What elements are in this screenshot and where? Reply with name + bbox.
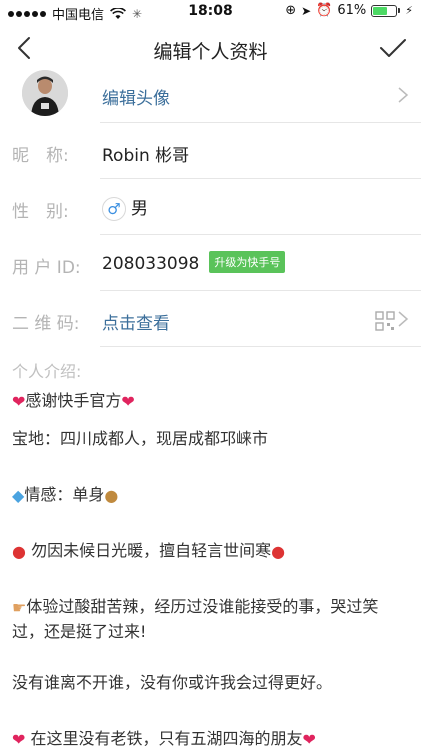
intro-line[interactable]: 宝地：四川成都人，现居成都邛崃市 [12, 426, 412, 451]
user-id-value: 208033098 [102, 254, 200, 274]
status-bar: 中国电信 ✳ 18:08 ⊕ ➤ ⏰ 61% ⚡ [0, 0, 421, 24]
heart-icon: ❤ [302, 730, 316, 749]
strawberry-icon: ● [12, 542, 26, 561]
qr-code-row[interactable]: 二 维 码: 点击查看 [0, 291, 421, 347]
charging-bolt-icon: ⚡ [405, 4, 413, 17]
upgrade-button[interactable]: 升级为快手号 [209, 251, 286, 273]
divider [100, 346, 421, 347]
intro-line[interactable]: ☛体验过酸甜苦辣，经历过没谁能接受的事，哭过笑 [12, 594, 412, 620]
status-right: ⊕ ➤ ⏰ 61% ⚡ [285, 3, 413, 18]
strawberry-icon: ● [271, 542, 286, 561]
gender-label: 性 别: [12, 202, 69, 222]
pointing-hand-icon: ☛ [12, 598, 27, 617]
nickname-value[interactable]: Robin 彬哥 [102, 141, 189, 166]
nav-bar: 编辑个人资料 [0, 24, 421, 72]
edit-avatar-row[interactable]: 编辑头像 [0, 70, 421, 122]
heart-icon: ❤ [12, 730, 26, 749]
location-icon: ➤ [301, 3, 312, 18]
intro-line[interactable]: 没有谁离不开谁，没有你或许我会过得更好。 [12, 670, 412, 695]
user-id-row: 用 户 ID: 208033098 升级为快手号 [0, 235, 421, 291]
gender-value-group[interactable]: ♂ 男 [102, 194, 148, 221]
chevron-right-icon [398, 311, 409, 327]
heart-icon: ❤ [12, 392, 26, 411]
nickname-row[interactable]: 昵 称: Robin 彬哥 [0, 123, 421, 179]
gender-row[interactable]: 性 别: ♂ 男 [0, 179, 421, 235]
intro-line[interactable]: ❤感谢快手官方❤ [12, 388, 412, 414]
heart-icon: ❤ [121, 392, 135, 411]
intro-line[interactable]: ● 勿因未候日光暖，擅自轻言世间寒● [12, 538, 412, 564]
avatar-photo [22, 70, 68, 116]
page-title: 编辑个人资料 [153, 41, 268, 63]
intro-label: 个人介绍: [12, 362, 82, 381]
avatar[interactable] [22, 70, 68, 116]
nickname-label: 昵 称: [12, 146, 69, 166]
edit-avatar-link[interactable]: 编辑头像 [102, 84, 170, 109]
checkmark-icon[interactable] [377, 32, 409, 64]
intro-line[interactable]: 过，还是挺了过来! [12, 619, 412, 644]
intro-line[interactable]: ❤ 在这里没有老铁，只有五湖四海的朋友❤ [12, 726, 412, 750]
alarm-icon: ⏰ [316, 3, 333, 18]
puppy-icon: ● [104, 486, 119, 505]
user-id-label: 用 户 ID: [12, 258, 81, 278]
gem-icon: ◆ [12, 486, 25, 505]
intro-line[interactable]: ◆情感：单身● [12, 482, 412, 508]
qr-code-link[interactable]: 点击查看 [102, 309, 170, 334]
gender-value: 男 [131, 199, 148, 219]
qr-code-label: 二 维 码: [12, 314, 80, 334]
battery-percent: 61% [337, 3, 367, 18]
rotation-lock-icon: ⊕ [285, 3, 297, 18]
user-id-group: 208033098 升级为快手号 [102, 251, 286, 275]
qr-code-icon [375, 311, 395, 331]
battery-icon [371, 4, 401, 17]
male-icon: ♂ [102, 197, 126, 221]
chevron-right-icon [398, 87, 409, 103]
